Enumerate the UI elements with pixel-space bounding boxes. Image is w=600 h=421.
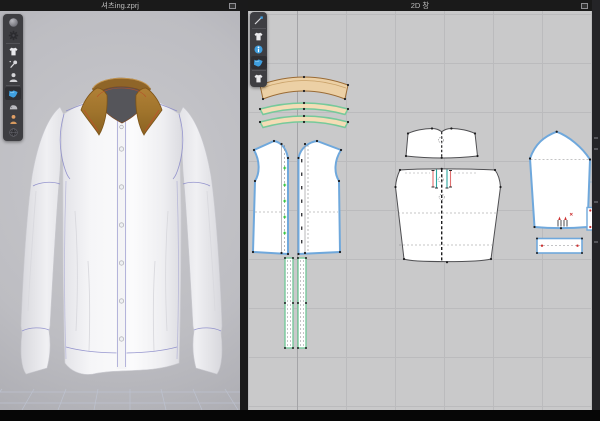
garment-icon[interactable] <box>5 45 21 58</box>
pin-icon[interactable] <box>5 58 21 71</box>
fabric-2d-icon[interactable] <box>251 56 267 69</box>
panel-divider[interactable] <box>240 0 248 410</box>
render-sphere-icon[interactable] <box>5 16 21 29</box>
pattern-canvas <box>248 11 592 410</box>
right-edge-strip <box>592 0 600 410</box>
garment-alt-icon[interactable] <box>251 72 267 85</box>
project-title: 셔츠ing.zprj <box>101 0 139 11</box>
float-window-icon[interactable] <box>229 3 236 9</box>
pattern-back-body[interactable] <box>394 168 501 264</box>
pattern-collar[interactable] <box>259 76 349 100</box>
titlebar-2d[interactable]: 2D 창 <box>248 0 592 11</box>
fabric-icon[interactable] <box>5 87 21 100</box>
world-icon[interactable] <box>5 126 21 139</box>
panel-2d-view: 2D 창 <box>248 0 592 410</box>
panel-3d-view: 셔츠ing.zprj <box>0 0 240 410</box>
pattern-placket-strip-right[interactable] <box>297 257 307 349</box>
pattern-front-left[interactable] <box>252 140 289 255</box>
float-window-icon-2d[interactable] <box>581 3 588 9</box>
line-tool-icon[interactable] <box>251 14 267 27</box>
trim-icon[interactable] <box>5 100 21 113</box>
viewport-3d[interactable] <box>0 11 240 410</box>
sleeve-right-3d <box>179 107 222 374</box>
toolbar-3d <box>3 14 23 141</box>
avatar-icon[interactable] <box>5 71 21 84</box>
placket-3d <box>117 119 127 369</box>
edge-mark <box>594 137 598 139</box>
pattern-placket-strip-left[interactable] <box>284 257 294 349</box>
garment-2d-icon[interactable] <box>251 30 267 43</box>
panel-2d-title: 2D 창 <box>411 0 430 11</box>
pattern-back-yoke[interactable] <box>405 127 479 158</box>
floor-grid <box>0 389 240 410</box>
clo-app-window: 셔츠ing.zprj <box>0 0 600 421</box>
info-icon[interactable] <box>251 43 267 56</box>
pattern-collar-band-bottom[interactable] <box>259 115 349 128</box>
sleeve-left-3d <box>21 107 64 374</box>
pattern-cuff[interactable] <box>536 238 583 255</box>
edge-mark <box>594 201 598 203</box>
scene-3d <box>0 11 240 410</box>
mannequin-icon[interactable] <box>5 113 21 126</box>
window-bottom-bar <box>0 410 600 421</box>
garment-3d[interactable] <box>21 78 222 375</box>
edge-mark <box>594 148 598 150</box>
titlebar-3d[interactable]: 셔츠ing.zprj <box>0 0 240 11</box>
pattern-sleeve[interactable] <box>529 131 592 230</box>
toolbar-2d <box>250 12 267 87</box>
pattern-collar-band-top[interactable] <box>259 102 349 115</box>
gear-icon[interactable] <box>5 29 21 42</box>
viewport-2d[interactable] <box>248 11 592 410</box>
edge-mark <box>594 241 598 243</box>
pattern-front-right[interactable] <box>297 140 342 255</box>
